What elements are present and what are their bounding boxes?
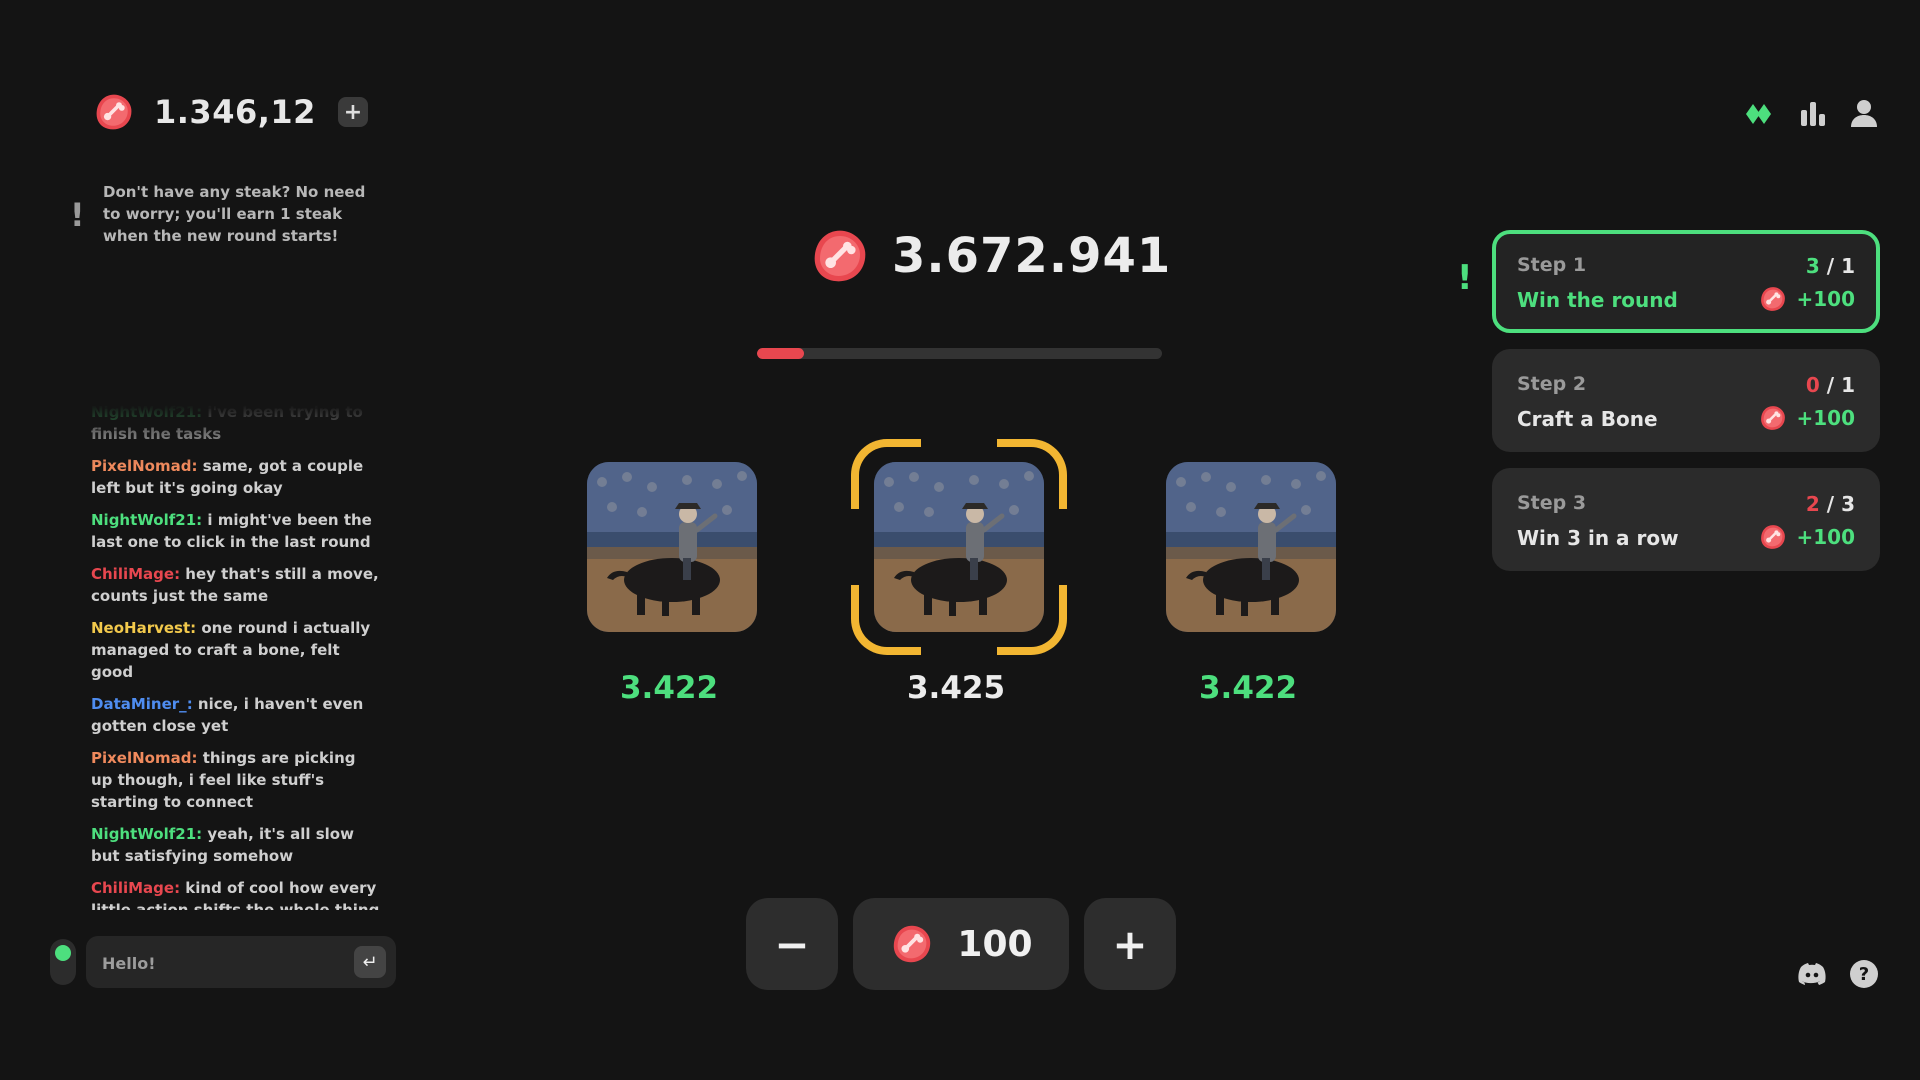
step-reward-value: +100 (1796, 287, 1855, 311)
step-progress-total: 1 (1841, 373, 1855, 397)
step-title: Step 2 (1517, 373, 1587, 395)
info-message: Don't have any steak? No need to worry; … (103, 183, 366, 245)
chat-username[interactable]: PixelNomad (91, 749, 191, 767)
chat-message: ChiliMage: hey that's still a move, coun… (91, 563, 381, 607)
chat-username[interactable]: ChiliMage (91, 565, 174, 583)
step-progress-total: 1 (1841, 254, 1855, 278)
choice-value-3: 3.422 (1198, 670, 1298, 706)
step-reward-value: +100 (1796, 525, 1855, 549)
add-balance-button[interactable]: + (337, 97, 368, 127)
step-progress: 0 / 1 (1806, 373, 1855, 397)
discord-icon[interactable] (1796, 958, 1828, 990)
steak-icon (1758, 403, 1788, 433)
chat-log[interactable]: NightWolf21: i've been trying to finish … (91, 405, 381, 910)
chat-fade (91, 405, 381, 465)
chat-message: NightWolf21: i might've been the last on… (91, 509, 381, 553)
step-progress-done: 0 (1805, 373, 1820, 397)
step-reward-value: +100 (1796, 406, 1855, 430)
choice-value-1: 3.422 (619, 670, 719, 706)
online-status-toggle[interactable] (50, 939, 76, 985)
chat-input-box: ↵ (86, 936, 396, 990)
step-description: Craft a Bone (1517, 407, 1658, 431)
chat-username[interactable]: DataMiner_ (91, 695, 187, 713)
round-pot: 3.672.941 (808, 224, 1171, 288)
enter-icon[interactable]: ↵ (354, 946, 386, 978)
choice-value-2: 3.425 (906, 670, 1006, 706)
info-alert-icon: ! (70, 196, 85, 234)
choice-card-1[interactable] (587, 462, 757, 632)
step-reward: +100 (1758, 522, 1855, 552)
chat-message: NightWolf21: yeah, it's all slow but sat… (91, 823, 381, 867)
decrease-bet-button[interactable]: − (746, 898, 838, 990)
chat-message-input[interactable] (100, 936, 334, 990)
chat-username[interactable]: NightWolf21 (91, 825, 196, 843)
diamond-icon[interactable] (1744, 98, 1776, 130)
round-progress-bar (757, 348, 1162, 359)
chat-input-bar: ↵ (50, 936, 396, 990)
step-progress-done: 2 (1805, 492, 1820, 516)
increase-bet-button[interactable]: + (1084, 898, 1176, 990)
svg-text:?: ? (1859, 964, 1869, 985)
online-status-dot (55, 945, 71, 961)
step-progress-done: 3 (1805, 254, 1820, 278)
steak-icon (92, 90, 136, 134)
quest-step-2[interactable]: Step 2 Craft a Bone 0 / 1 +100 (1492, 349, 1880, 452)
step-progress-sep: / (1819, 373, 1842, 397)
steps-alert-icon: ! (1457, 258, 1473, 298)
leaderboard-icon[interactable] (1797, 98, 1829, 130)
pot-value: 3.672.941 (892, 228, 1172, 284)
bet-value: 100 (957, 923, 1033, 965)
round-progress-fill (757, 348, 804, 359)
steak-icon (889, 921, 935, 967)
profile-icon[interactable] (1848, 98, 1880, 130)
rodeo-image (587, 462, 757, 632)
chat-list: NightWolf21: i've been trying to finish … (91, 405, 381, 910)
chat-username[interactable]: NeoHarvest (91, 619, 190, 637)
steak-icon (808, 224, 872, 288)
steak-icon (1758, 284, 1788, 314)
chat-message: ChiliMage: kind of cool how every little… (91, 877, 381, 910)
step-reward: +100 (1758, 403, 1855, 433)
chat-message: PixelNomad: things are picking up though… (91, 747, 381, 813)
selection-frame (851, 439, 1067, 655)
step-progress-total: 3 (1841, 492, 1855, 516)
wallet-balance: 1.346,12 + (92, 90, 368, 134)
step-description: Win 3 in a row (1517, 526, 1679, 550)
step-progress-sep: / (1819, 492, 1842, 516)
balance-value: 1.346,12 (154, 93, 316, 131)
step-progress-sep: / (1819, 254, 1842, 278)
chat-message: DataMiner_: nice, i haven't even gotten … (91, 693, 381, 737)
step-title: Step 3 (1517, 492, 1587, 514)
rodeo-image (1166, 462, 1336, 632)
bet-amount[interactable]: 100 (853, 898, 1069, 990)
choice-card-3[interactable] (1166, 462, 1336, 632)
steak-icon (1758, 522, 1788, 552)
help-icon[interactable]: ? (1848, 958, 1880, 990)
step-progress: 2 / 3 (1806, 492, 1855, 516)
step-reward: +100 (1758, 284, 1855, 314)
quest-step-1[interactable]: Step 1 Win the round 3 / 1 +100 (1492, 230, 1880, 333)
step-progress: 3 / 1 (1806, 254, 1855, 278)
chat-message: NeoHarvest: one round i actually managed… (91, 617, 381, 683)
chat-username[interactable]: NightWolf21 (91, 511, 196, 529)
chat-username[interactable]: ChiliMage (91, 879, 174, 897)
quest-step-3[interactable]: Step 3 Win 3 in a row 2 / 3 +100 (1492, 468, 1880, 571)
step-title: Step 1 (1517, 254, 1587, 276)
step-description: Win the round (1517, 288, 1678, 312)
